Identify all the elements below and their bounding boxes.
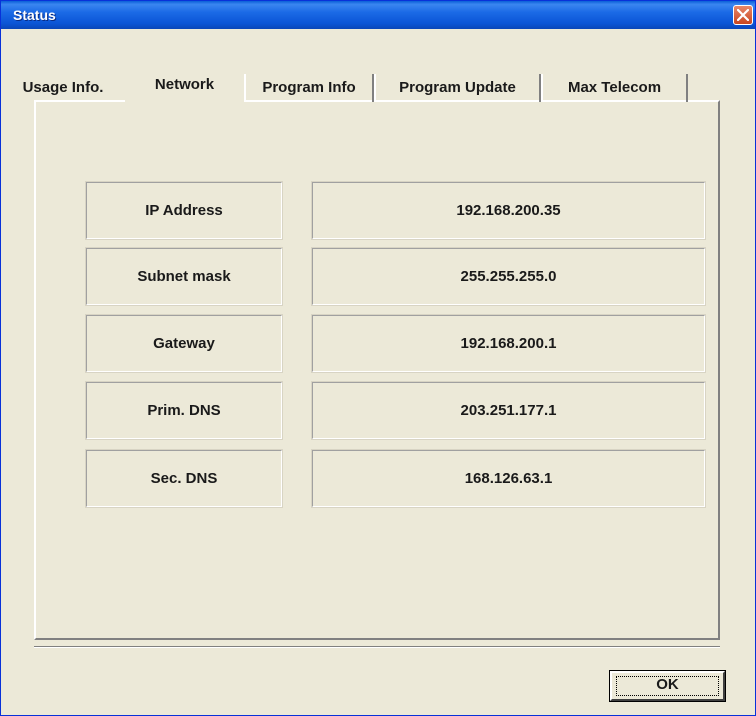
subnet-mask-value: 255.255.255.0 — [311, 247, 706, 306]
primary-dns-value: 203.251.177.1 — [311, 381, 706, 440]
gateway-value: 192.168.200.1 — [311, 314, 706, 373]
ip-address-label: IP Address — [85, 181, 283, 240]
divider — [34, 646, 720, 648]
secondary-dns-label: Sec. DNS — [85, 449, 283, 508]
subnet-mask-label: Subnet mask — [85, 247, 283, 306]
title-bar[interactable]: Status — [1, 1, 755, 29]
tab-network[interactable]: Network — [125, 70, 244, 103]
tab-usage-info[interactable]: Usage Info. — [1, 74, 125, 102]
ok-button[interactable]: OK — [609, 670, 726, 702]
tab-program-info[interactable]: Program Info — [244, 74, 374, 102]
gateway-label: Gateway — [85, 314, 283, 373]
ip-address-value: 192.168.200.35 — [311, 181, 706, 240]
tab-program-update[interactable]: Program Update — [374, 74, 541, 102]
status-dialog: Status Usage Info. Network Program Info … — [0, 0, 756, 716]
close-button[interactable] — [733, 5, 753, 25]
primary-dns-label: Prim. DNS — [85, 381, 283, 440]
window-title: Status — [13, 7, 56, 23]
focus-rectangle — [616, 676, 719, 696]
secondary-dns-value: 168.126.63.1 — [311, 449, 706, 508]
tab-max-telecom[interactable]: Max Telecom — [541, 74, 688, 102]
close-icon — [737, 9, 749, 21]
